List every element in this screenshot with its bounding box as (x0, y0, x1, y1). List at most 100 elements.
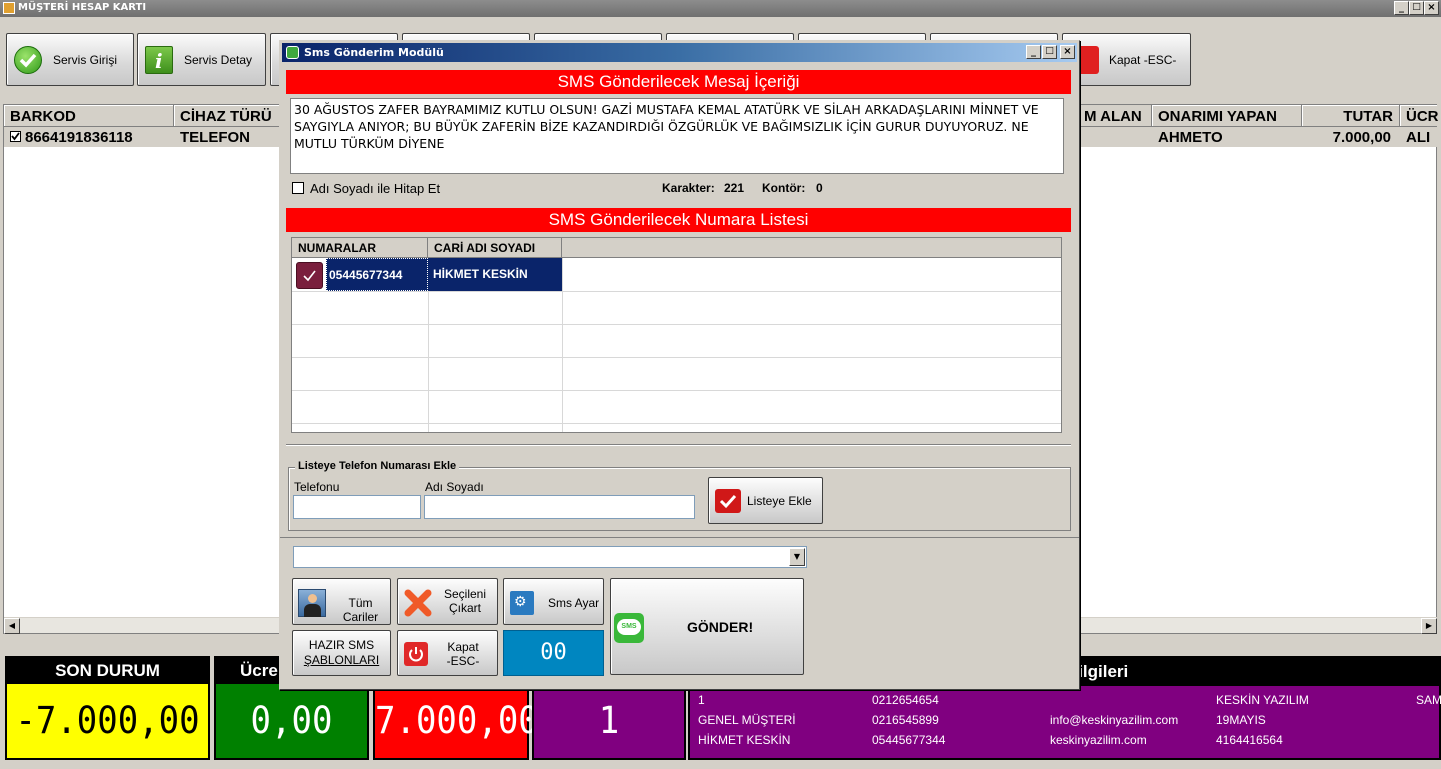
col-amount[interactable]: TUTAR (1302, 105, 1400, 127)
col-barcode[interactable]: BARKOD (4, 105, 174, 127)
col-customer-name[interactable]: CARİ ADI SOYADI (428, 238, 562, 258)
info-phone-3: 05445677344 (872, 733, 946, 747)
sms-dialog-title: Sms Gönderim Modülü (304, 46, 444, 59)
cell-barcode: 8664191836118 (25, 129, 133, 146)
row-checkbox[interactable] (10, 131, 21, 142)
info-phone-2: 0216545899 (872, 713, 939, 727)
cell-customer-name: HİKMET KESKİN (428, 258, 562, 291)
maximize-button[interactable]: □ (1409, 1, 1424, 15)
minimize-button[interactable]: _ (1394, 1, 1409, 15)
message-header: SMS Gönderilecek Mesaj İçeriği (286, 70, 1071, 94)
add-number-group-title: Listeye Telefon Numarası Ekle (295, 460, 460, 472)
address-by-name-checkbox[interactable] (292, 182, 304, 194)
name-label: Adı Soyadı (425, 480, 484, 494)
info-phone-1: 0212654654 (872, 693, 939, 707)
son-durum-value: -7.000,00 (15, 699, 200, 743)
col-repaired-by[interactable]: ONARIMI YAPAN (1152, 105, 1302, 127)
col-receiver[interactable]: M ALAN (1078, 105, 1152, 127)
sms-template-select[interactable]: ▼ (293, 546, 807, 568)
address-by-name-label: Adı Soyadı ile Hitap Et (310, 181, 441, 196)
send-label: GÖNDER! (687, 619, 754, 635)
row-check-icon[interactable] (296, 262, 323, 289)
ready-templates-label: HAZIR SMS ŞABLONLARI (303, 638, 380, 667)
info-tax-no: 4164416564 (1216, 733, 1283, 747)
all-customers-button[interactable]: Tüm Cariler (292, 578, 391, 625)
sms-dialog: Sms Gönderim Modülü _ □ × SMS Gönderilec… (279, 40, 1080, 690)
cell-device-type: TELEFON (180, 129, 250, 146)
dialog-minimize-button[interactable]: _ (1026, 45, 1041, 59)
divider (286, 445, 1071, 446)
number-list-header: SMS Gönderilecek Numara Listesi (286, 208, 1071, 232)
char-value: 221 (724, 181, 745, 195)
green-value: 0,00 (250, 699, 333, 743)
info-email: info@keskinyazilim.com (1050, 713, 1179, 727)
credit-value: 0 (816, 181, 823, 195)
divider (280, 537, 1079, 538)
counter-display: 00 (503, 630, 604, 676)
phone-input[interactable] (293, 495, 421, 519)
message-textarea[interactable]: 30 AĞUSTOS ZAFER BAYRAMIMIZ KUTLU OLSUN!… (290, 98, 1064, 174)
info-code: 1 (698, 693, 705, 707)
settings-icon: ⚙ (510, 591, 534, 615)
all-customers-label: Tüm Cariler (342, 596, 379, 624)
add-to-list-button[interactable]: Listeye Ekle (708, 477, 823, 524)
sms-icon-text: SMS (617, 619, 641, 635)
info-icon: i (145, 46, 173, 74)
info-name: HİKMET KESKİN (698, 733, 791, 747)
row-divider (292, 291, 1061, 292)
x-icon (404, 589, 432, 617)
check-icon (14, 46, 42, 74)
info-group: GENEL MÜŞTERİ (698, 713, 796, 727)
red-value: 7.000,00 (375, 699, 539, 743)
sms-app-icon (286, 46, 299, 59)
sms-settings-label: Sms Ayar (548, 596, 600, 610)
close-button[interactable]: × (1424, 1, 1439, 15)
toolbar-close-button[interactable]: Kapat -ESC- (1062, 33, 1191, 86)
col-numbers[interactable]: NUMARALAR (292, 238, 428, 258)
window-title: MÜŞTERİ HESAP KARTI (18, 2, 147, 13)
remove-selected-button[interactable]: Seçileni Çıkart (397, 578, 498, 625)
sms-dialog-title-bar: Sms Gönderim Modülü _ □ × (282, 43, 1077, 62)
cell-repaired-by: AHMETO (1158, 129, 1223, 146)
info-web: keskinyazilim.com (1050, 733, 1147, 747)
info-company: KESKİN YAZILIM (1216, 693, 1309, 707)
app-icon (3, 2, 15, 14)
dialog-maximize-button[interactable]: □ (1042, 45, 1057, 59)
char-label: Karakter: (662, 181, 715, 195)
dialog-close-esc-label: Kapat -ESC- (446, 640, 480, 668)
power-icon (404, 642, 428, 666)
add-to-list-label: Listeye Ekle (747, 494, 812, 508)
cell-number: 05445677344 (326, 258, 428, 291)
purple-value: 1 (598, 699, 620, 743)
col-empty (562, 238, 1061, 258)
son-durum-panel: SON DURUM -7.000,00 (5, 656, 210, 760)
info-address: 19MAYIS (1216, 713, 1266, 727)
row-divider (292, 423, 1061, 424)
name-input[interactable] (424, 495, 695, 519)
col-device-type[interactable]: CİHAZ TÜRÜ (174, 105, 284, 127)
ready-templates-button[interactable]: HAZIR SMS ŞABLONLARI (292, 630, 391, 676)
remove-selected-label: Seçileni Çıkart (443, 587, 487, 615)
number-row[interactable]: 05445677344 HİKMET KESKİN (292, 258, 1061, 291)
info-extra: SAM (1416, 693, 1441, 707)
cell-fee: ALI (1406, 129, 1431, 146)
row-divider (292, 357, 1061, 358)
chevron-down-icon[interactable]: ▼ (789, 548, 805, 566)
dialog-close-button[interactable]: × (1060, 45, 1075, 59)
sms-settings-button[interactable]: ⚙ Sms Ayar (503, 578, 604, 625)
service-detail-label: Servis Detay (184, 53, 253, 67)
service-entry-button[interactable]: Servis Girişi (6, 33, 134, 86)
col-fee[interactable]: ÜCR (1400, 105, 1439, 127)
scroll-right-icon[interactable]: ▶ (1421, 618, 1437, 634)
send-button[interactable]: SMS GÖNDER! (610, 578, 804, 675)
red-check-icon (715, 489, 741, 513)
service-entry-label: Servis Girişi (53, 53, 118, 67)
row-divider (292, 390, 1061, 391)
dialog-close-esc-button[interactable]: Kapat -ESC- (397, 630, 498, 676)
number-list-grid[interactable]: NUMARALAR CARİ ADI SOYADI 05445677344 Hİ… (291, 237, 1062, 433)
phone-label: Telefonu (294, 480, 340, 494)
service-detail-button[interactable]: i Servis Detay (137, 33, 266, 86)
scroll-left-icon[interactable]: ◀ (4, 618, 20, 634)
toolbar-close-label: Kapat -ESC- (1109, 53, 1177, 67)
credit-label: Kontör: (762, 181, 806, 195)
